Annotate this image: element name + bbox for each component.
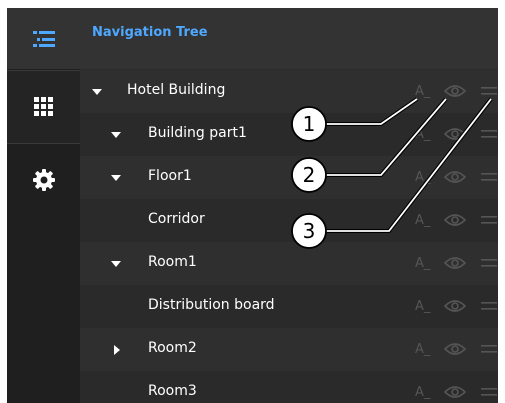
side-rail [7,8,80,403]
text-format-icon[interactable]: A_ [415,293,430,319]
eye-icon[interactable] [444,164,466,190]
text-format-icon[interactable]: A_ [415,336,430,362]
drag-handle-icon[interactable] [481,121,497,147]
caret-right-icon[interactable] [114,328,120,371]
page-title: Navigation Tree [92,25,208,40]
tree-row[interactable]: Hotel Building A_ [80,70,498,114]
tree-row-label: Floor1 [148,168,192,184]
tree-row[interactable]: Building part1 A_ [80,113,498,157]
list-tree-icon [32,30,55,47]
apps-grid-button[interactable] [7,70,80,144]
caret-down-icon[interactable] [111,242,121,285]
tree-row-label: Corridor [148,211,205,227]
eye-icon[interactable] [444,293,466,319]
eye-icon[interactable] [444,121,466,147]
tree-row-label: Room2 [148,340,197,356]
text-format-icon[interactable]: A_ [415,164,430,190]
text-format-icon[interactable]: A_ [415,78,430,104]
tree-row[interactable]: Room1 A_ [80,242,498,286]
text-format-icon[interactable]: A_ [415,207,430,233]
tree-row[interactable]: Corridor A_ [80,199,498,243]
drag-handle-icon[interactable] [481,379,497,403]
eye-icon[interactable] [444,379,466,403]
eye-icon[interactable] [444,207,466,233]
tree-row[interactable]: Room2 A_ [80,328,498,372]
panel-header: Navigation Tree [80,8,498,69]
tree-row[interactable]: Distribution board A_ [80,285,498,329]
text-format-icon[interactable]: A_ [415,250,430,276]
tree-row-label: Hotel Building [127,82,226,98]
tree-row-label: Building part1 [148,125,247,141]
drag-handle-icon[interactable] [481,293,497,319]
apps-grid-icon [33,97,53,116]
drag-handle-icon[interactable] [481,336,497,362]
eye-icon[interactable] [444,336,466,362]
settings-button[interactable] [7,148,80,212]
tree-row[interactable]: Room3 A_ [80,371,498,403]
caret-down-icon[interactable] [111,113,121,156]
tree-row[interactable]: Floor1 A_ [80,156,498,200]
navigation-tree: Hotel Building A_ Building part1 A_ Floo… [80,70,498,403]
caret-down-icon[interactable] [111,156,121,199]
text-format-icon[interactable]: A_ [415,379,430,403]
drag-handle-icon[interactable] [481,164,497,190]
drag-handle-icon[interactable] [481,207,497,233]
tree-row-label: Room1 [148,254,197,270]
eye-icon[interactable] [444,250,466,276]
text-format-icon[interactable]: A_ [415,121,430,147]
gear-icon [32,169,55,191]
drag-handle-icon[interactable] [481,250,497,276]
eye-icon[interactable] [444,78,466,104]
navigation-tree-button[interactable] [7,8,80,69]
tree-row-label: Distribution board [148,297,275,313]
tree-row-label: Room3 [148,383,197,399]
app-frame: Navigation Tree Hotel Building A_ Buildi… [7,8,498,403]
caret-down-icon[interactable] [92,70,102,113]
drag-handle-icon[interactable] [481,78,497,104]
